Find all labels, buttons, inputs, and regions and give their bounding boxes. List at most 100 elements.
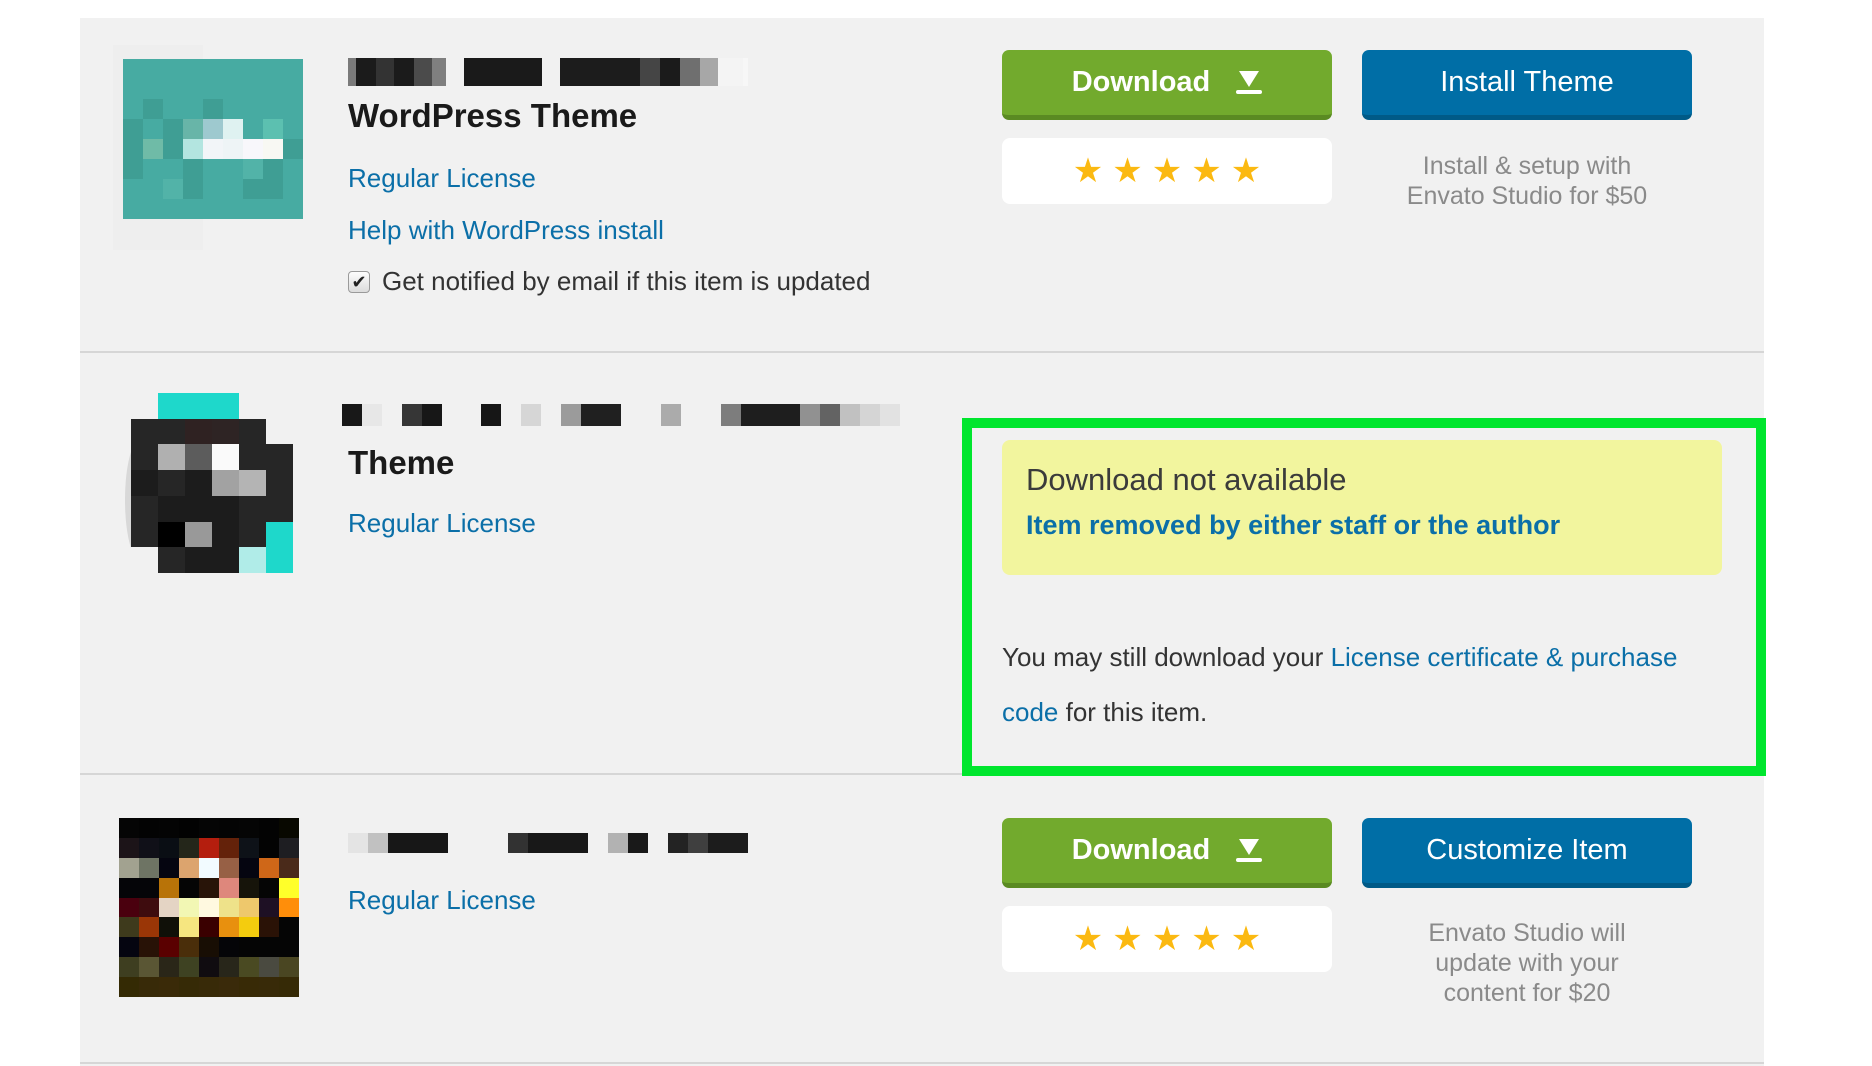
redaction-block <box>376 58 394 86</box>
thumbnail-pixel <box>163 199 183 219</box>
thumbnail-pixel <box>219 937 239 958</box>
thumbnail-pixel <box>199 857 219 878</box>
thumbnail-pixel <box>199 837 219 858</box>
thumbnail-pixel <box>163 59 183 79</box>
thumbnail-pixel <box>283 59 303 79</box>
thumbnail-pixel <box>243 159 263 179</box>
thumbnail-pixel <box>183 159 203 179</box>
star-rating[interactable]: ★ ★ ★ ★ ★ <box>1002 906 1332 972</box>
thumbnail-pixel <box>183 179 203 199</box>
thumbnail-pixel <box>259 837 279 858</box>
redaction-block <box>381 404 402 426</box>
thumbnail-pixel <box>219 977 239 997</box>
redaction-block <box>501 404 522 426</box>
star-rating[interactable]: ★ ★ ★ ★ ★ <box>1002 138 1332 204</box>
thumbnail-pixel <box>183 139 203 159</box>
item-thumbnail[interactable] <box>119 818 299 997</box>
thumbnail-pixel <box>185 470 212 496</box>
redaction-block <box>608 833 628 853</box>
thumbnail-pixel <box>139 957 159 978</box>
thumbnail-pixel <box>123 59 143 79</box>
redaction-block <box>688 833 708 853</box>
redaction-block <box>464 58 542 86</box>
thumbnail-pixel <box>139 937 159 958</box>
redaction-block <box>368 833 388 853</box>
thumbnail-pixel <box>243 119 263 139</box>
redaction-block <box>680 404 721 426</box>
help-install-link[interactable]: Help with WordPress install <box>348 215 664 246</box>
thumbnail-pixel <box>123 199 143 219</box>
customize-item-button[interactable]: Customize Item <box>1362 818 1692 888</box>
thumbnail-pixel <box>123 159 143 179</box>
thumbnail-pixel <box>139 818 159 838</box>
license-certificate-message: You may still download your License cert… <box>1002 630 1722 740</box>
item-title[interactable]: Theme <box>348 444 454 482</box>
item-title[interactable]: WordPress Theme <box>348 97 637 135</box>
thumbnail-pixel <box>203 139 223 159</box>
redaction-block <box>446 58 464 86</box>
regular-license-link[interactable]: Regular License <box>348 885 536 916</box>
thumbnail-pixel <box>239 444 266 471</box>
thumbnail-pixel <box>243 59 263 79</box>
item-thumbnail[interactable] <box>123 59 303 219</box>
thumbnail-pixel <box>139 857 159 878</box>
thumbnail-pixel <box>183 99 203 119</box>
thumbnail-pixel <box>259 917 279 938</box>
thumbnail-pixel <box>263 139 283 159</box>
thumbnail-pixel <box>159 877 179 898</box>
thumbnail-pixel <box>143 199 163 219</box>
checkmark-icon: ✔ <box>351 271 367 292</box>
thumbnail-pixel <box>223 199 243 219</box>
thumbnail-pixel <box>183 119 203 139</box>
thumbnail-pixel <box>179 857 199 878</box>
thumbnail-pixel <box>179 917 199 938</box>
thumbnail-pixel <box>259 897 279 918</box>
download-button[interactable]: Download <box>1002 50 1332 120</box>
redacted-title <box>348 58 748 86</box>
redaction-block <box>668 833 688 853</box>
thumbnail-pixel <box>223 179 243 199</box>
thumbnail-pixel <box>223 139 243 159</box>
thumbnail-pixel <box>283 179 303 199</box>
thumbnail-pixel <box>212 393 239 419</box>
star-icon: ★ <box>1230 920 1262 958</box>
thumbnail-pixel <box>159 897 179 918</box>
thumbnail-pixel <box>131 495 158 522</box>
thumbnail-pixel <box>183 59 203 79</box>
redaction-block <box>840 404 861 426</box>
star-icon: ★ <box>1191 152 1222 190</box>
download-arrow-icon <box>1236 839 1263 862</box>
thumbnail-pixel <box>239 818 259 838</box>
regular-license-link[interactable]: Regular License <box>348 508 536 539</box>
thumbnail-pixel <box>239 521 266 548</box>
thumbnail-pixel <box>203 119 223 139</box>
thumbnail-pixel <box>159 818 179 838</box>
redaction-block <box>620 404 661 426</box>
thumbnail-pixel <box>279 937 299 958</box>
thumbnail-pixel <box>239 877 259 898</box>
redaction-block <box>680 58 700 86</box>
thumbnail-pixel <box>123 139 143 159</box>
thumbnail-pixel <box>266 521 293 548</box>
item-thumbnail[interactable] <box>131 393 293 573</box>
redaction-block <box>421 404 442 426</box>
star-icon: ★ <box>1230 152 1262 190</box>
thumbnail-pixel <box>263 179 283 199</box>
thumbnail-pixel <box>283 119 303 139</box>
redaction-block <box>660 404 681 426</box>
thumbnail-pixel <box>259 937 279 958</box>
thumbnail-pixel <box>212 547 239 573</box>
redaction-block <box>879 404 900 426</box>
caption-line: Envato Studio will <box>1428 919 1626 947</box>
download-button[interactable]: Download <box>1002 818 1332 888</box>
thumbnail-pixel <box>239 495 266 522</box>
thumbnail-pixel <box>131 418 158 445</box>
redaction-block <box>740 404 801 426</box>
star-icon: ★ <box>1072 152 1104 190</box>
redaction-block <box>388 833 448 853</box>
regular-license-link[interactable]: Regular License <box>348 163 536 194</box>
notice-title: Download not available <box>1026 462 1347 497</box>
install-theme-button[interactable]: Install Theme <box>1362 50 1692 120</box>
notify-option[interactable]: ✔ Get notified by email if this item is … <box>348 266 870 297</box>
notify-checkbox[interactable]: ✔ <box>348 270 370 293</box>
